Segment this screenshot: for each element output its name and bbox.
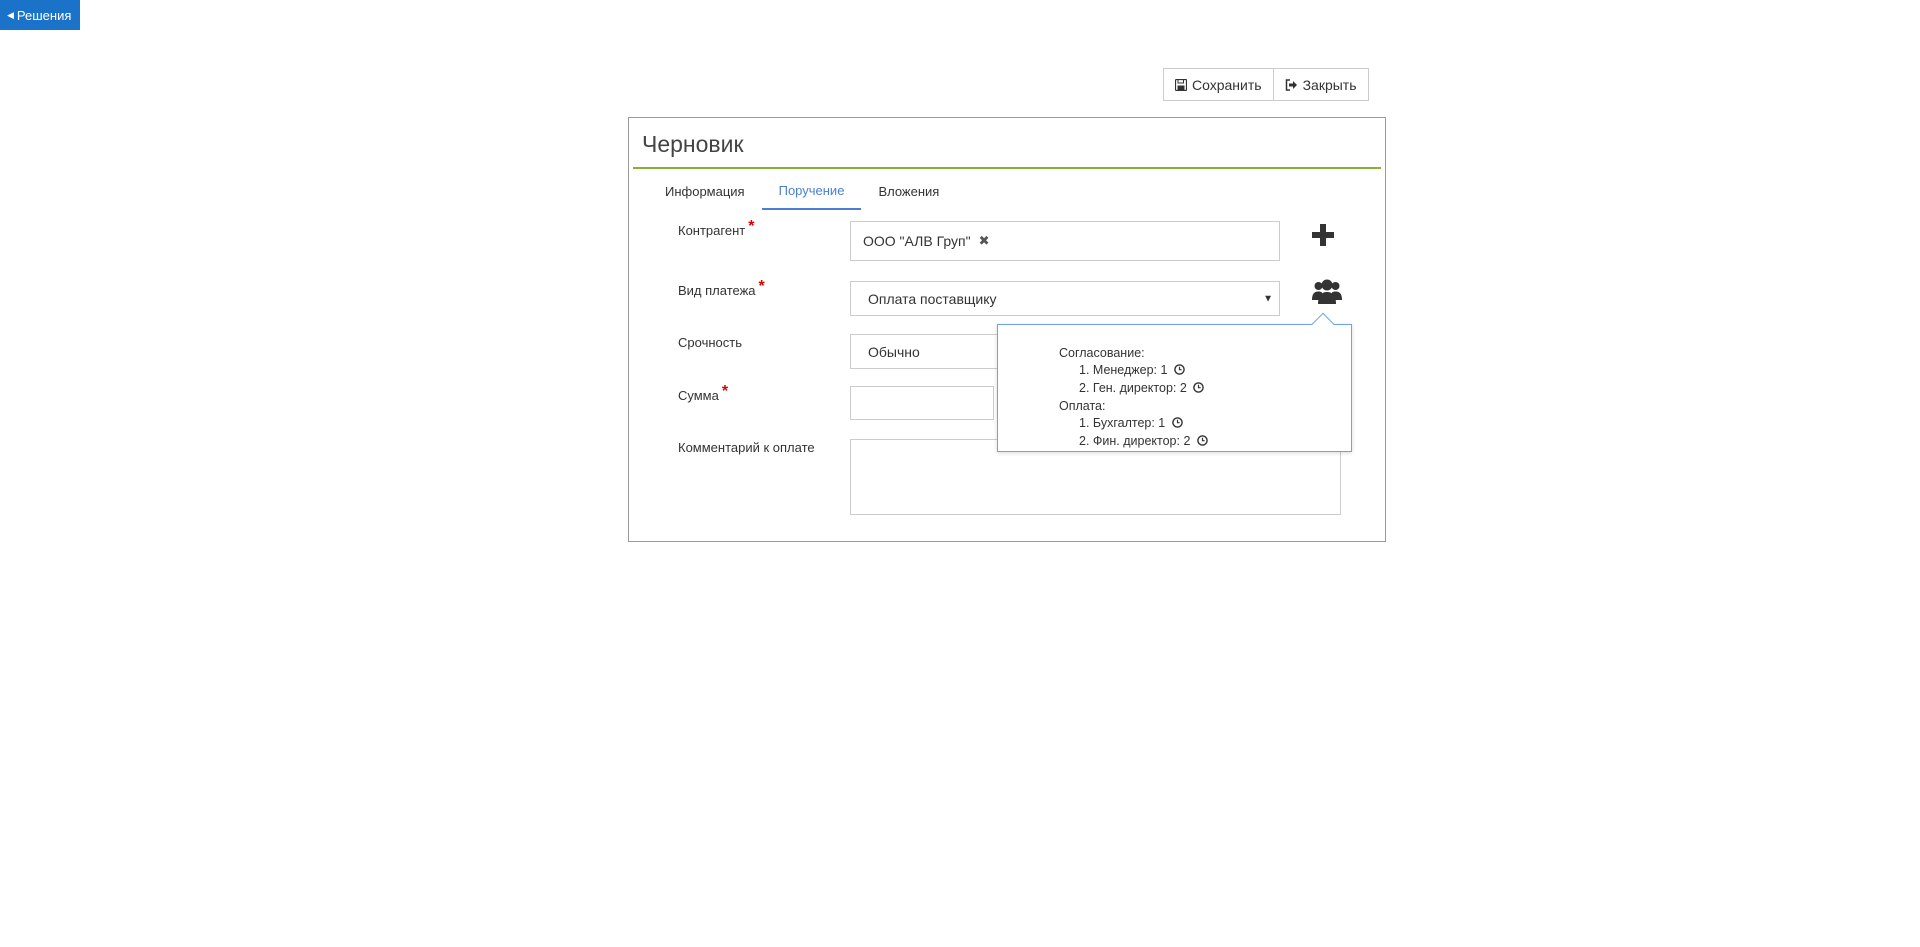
- list-item: 2. Ген. директор: 2: [1059, 380, 1208, 398]
- save-button[interactable]: Сохранить: [1163, 68, 1274, 101]
- payment-type-select[interactable]: Оплата поставщику ▼: [850, 281, 1280, 316]
- list-item: 1. Менеджер: 1: [1059, 362, 1208, 380]
- back-button-label: Решения: [16, 7, 72, 23]
- clock-icon: [1197, 434, 1208, 451]
- list-item: 2. Фин. директор: 2: [1059, 433, 1208, 451]
- tab-information[interactable]: Информация: [648, 172, 762, 210]
- close-button-label: Закрыть: [1302, 76, 1357, 93]
- tab-order[interactable]: Поручение: [761, 172, 862, 210]
- amount-input[interactable]: [850, 386, 994, 420]
- caret-down-icon: ▼: [1263, 293, 1273, 304]
- payment-group-title: Оплата:: [1059, 399, 1106, 413]
- tab-bar: Информация Поручение Вложения: [648, 172, 956, 210]
- amount-label-text: Сумма: [678, 388, 719, 403]
- clock-icon: [1174, 363, 1185, 380]
- plus-icon: [1312, 223, 1334, 251]
- save-button-label: Сохранить: [1192, 76, 1262, 93]
- clock-icon: [1193, 381, 1205, 398]
- urgency-value: Обычно: [868, 343, 920, 360]
- list-item: 1. Бухгалтер: 1: [1059, 415, 1208, 433]
- payment-type-label: Вид платежа *: [678, 278, 765, 300]
- page-title: Черновик: [642, 131, 744, 157]
- back-to-solutions-button[interactable]: ◀ Решения: [0, 0, 80, 30]
- counterparty-tag-label: ООО "АЛВ Груп": [863, 233, 971, 249]
- counterparty-label-text: Контрагент: [678, 223, 746, 238]
- payment-type-value: Оплата поставщику: [868, 290, 997, 307]
- approvers-list: Согласование: 1. Менеджер: 1 2. Ген. дир…: [1059, 345, 1208, 451]
- close-button[interactable]: Закрыть: [1273, 68, 1369, 101]
- approvers-popover: Согласование: 1. Менеджер: 1 2. Ген. дир…: [997, 312, 1352, 452]
- approver-entry: 2. Фин. директор: 2: [1079, 434, 1191, 448]
- urgency-label: Срочность: [678, 335, 742, 350]
- approver-entry: 1. Бухгалтер: 1: [1079, 416, 1166, 430]
- counterparty-input[interactable]: ООО "АЛВ Груп" ✖: [850, 221, 1280, 261]
- chevron-left-icon: ◀: [7, 9, 14, 20]
- sign-out-icon: [1285, 78, 1298, 91]
- remove-tag-icon[interactable]: ✖: [979, 233, 990, 249]
- approver-entry: 1. Менеджер: 1: [1079, 363, 1168, 377]
- floppy-disk-icon: [1175, 78, 1187, 91]
- toolbar: Сохранить Закрыть: [1163, 68, 1369, 101]
- approval-group-title: Согласование:: [1059, 346, 1145, 360]
- tab-attachments[interactable]: Вложения: [861, 172, 956, 210]
- required-marker: *: [758, 278, 765, 295]
- required-marker: *: [748, 218, 755, 235]
- approvers-button[interactable]: [1312, 279, 1342, 309]
- counterparty-tag: ООО "АЛВ Груп" ✖: [863, 233, 989, 249]
- title-divider: [633, 167, 1381, 169]
- users-icon: [1312, 278, 1342, 311]
- approver-entry: 2. Ген. директор: 2: [1079, 381, 1187, 395]
- add-counterparty-button[interactable]: [1310, 223, 1336, 251]
- comment-label: Комментарий к оплате: [678, 440, 815, 455]
- required-marker: *: [721, 383, 729, 400]
- payment-type-label-text: Вид платежа: [678, 283, 756, 298]
- amount-label: Сумма *: [678, 383, 728, 405]
- counterparty-label: Контрагент *: [678, 218, 754, 240]
- clock-icon: [1171, 416, 1183, 433]
